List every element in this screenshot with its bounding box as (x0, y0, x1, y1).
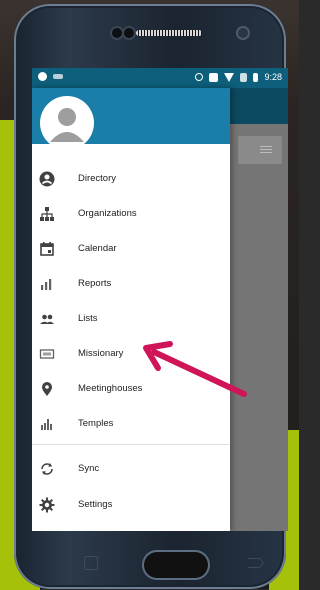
home-button[interactable] (144, 552, 208, 578)
drawer-item-lists[interactable]: Lists (32, 302, 230, 336)
status-bar: 9:28 (32, 68, 288, 88)
signal-icon (240, 72, 248, 82)
sync-icon (38, 460, 56, 478)
sync-status-icon (195, 73, 204, 81)
drawer-item-label: Meetinghouses (78, 383, 143, 394)
drawer-item-settings[interactable]: Settings (32, 488, 230, 522)
nfc-icon (209, 72, 219, 82)
drawer-item-label: Reports (78, 278, 112, 289)
calendar-icon (38, 240, 56, 258)
drawer-item-temples[interactable]: Temples (32, 407, 230, 441)
drawer-item-label: Organizations (78, 208, 137, 219)
drawer-item-sync[interactable]: Sync (32, 452, 230, 486)
drawer-item-label: Calendar (78, 243, 117, 254)
navigation-drawer: Directory Organizations Calendar Reports (32, 88, 230, 531)
drawer-item-organizations[interactable]: Organizations (32, 197, 230, 231)
bar-chart-icon (38, 275, 56, 293)
avatar[interactable] (40, 96, 94, 150)
recent-apps-icon[interactable] (84, 556, 98, 570)
list-icon (260, 146, 272, 154)
drawer-item-directory[interactable]: Directory (32, 162, 230, 196)
drawer-item-label: Temples (78, 418, 114, 429)
temple-icon (38, 415, 56, 433)
drawer-item-label: Missionary (78, 348, 124, 359)
avatar-placeholder-icon (41, 97, 93, 149)
wifi-icon (224, 72, 235, 82)
location-pin-icon (38, 380, 56, 398)
drawer-item-label: Lists (78, 313, 98, 324)
people-icon (38, 310, 56, 328)
drawer-item-meetinghouses[interactable]: Meetinghouses (32, 372, 230, 406)
app-toolbar (230, 88, 288, 124)
app-content-dimmed (230, 88, 288, 531)
drawer-item-label: Directory (78, 173, 117, 184)
drawer-item-label: Settings (78, 499, 113, 510)
signal-extra-icon (53, 74, 63, 79)
drawer-divider (32, 444, 230, 445)
org-tree-icon (38, 205, 56, 223)
sensor-icon (112, 28, 122, 38)
front-camera-icon (238, 28, 248, 38)
drawer-item-reports[interactable]: Reports (32, 267, 230, 301)
drawer-item-calendar[interactable]: Calendar (32, 232, 230, 266)
battery-icon (253, 72, 259, 82)
status-time: 9:28 (264, 72, 282, 82)
person-circle-icon (38, 170, 56, 188)
phone-screen: 9:28 Directory Organizations Calendar Re… (32, 68, 288, 531)
drawer-item-label: Sync (78, 463, 100, 474)
earpiece-speaker (136, 30, 202, 36)
notification-icon (38, 72, 47, 81)
badge-card-icon (38, 345, 56, 363)
sensor-icon (124, 28, 134, 38)
back-icon[interactable] (248, 558, 263, 568)
drawer-header (32, 88, 230, 150)
gear-icon (38, 496, 56, 514)
drawer-item-missionary[interactable]: Missionary (32, 337, 230, 371)
